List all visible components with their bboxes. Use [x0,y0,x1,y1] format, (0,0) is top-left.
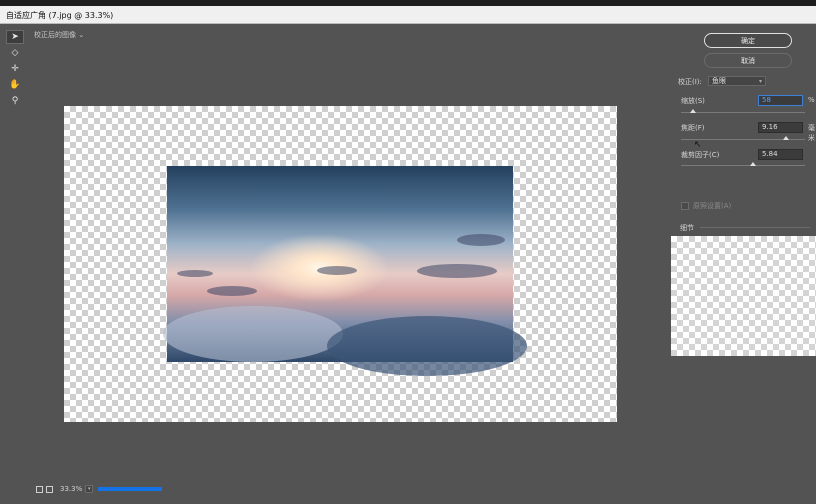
focal-length-label: 焦距(F) [681,124,705,132]
zoom-tool[interactable]: ⚲ [6,94,24,108]
tool-column: ➤ ◇ ✛ ✋ ⚲ [6,30,28,110]
arrow-pointer-icon: ➤ [11,32,19,42]
constraint-tool[interactable]: ➤ [6,30,24,44]
scale-unit: % [808,96,815,104]
focal-length-unit: 毫米 [808,124,815,142]
mouse-cursor-icon: ↖ [694,140,702,150]
zoom-level: 33.3% [60,485,83,493]
cloud-shape [177,270,213,277]
adaptive-wide-angle-dialog: ➤ ◇ ✛ ✋ ⚲ 校正后的图像 ⌄ 确定 取消 校正(I): 鱼眼 ▾ 缩放(… [0,24,816,504]
focal-length-input[interactable]: 9.16 [758,122,803,133]
zoom-dropdown[interactable]: ▾ [85,485,94,493]
move-icon: ✛ [11,64,19,74]
chevron-down-icon: ▾ [758,78,762,85]
fit-view-icon[interactable] [36,485,43,493]
correction-label: 校正(I): [678,78,702,86]
preview-photo [163,166,527,376]
chevron-down-icon: ⌄ [78,31,85,39]
chevron-down-icon: ▾ [87,486,91,492]
scale-slider[interactable] [681,109,805,113]
cloud-shape [457,234,505,246]
cloud-shape [417,264,497,278]
scale-input[interactable]: 58 [758,95,803,106]
detail-divider [700,227,810,228]
detail-preview [671,236,816,356]
canvas-label[interactable]: 校正后的图像 ⌄ [34,30,84,40]
as-shot-checkbox[interactable] [681,202,689,210]
ok-button[interactable]: 确定 [704,33,792,48]
cloud-shape [317,266,357,275]
polygon-icon: ◇ [11,48,19,58]
scale-label: 缩放(S) [681,97,705,105]
cancel-button[interactable]: 取消 [704,53,792,68]
correction-select[interactable]: 鱼眼 ▾ [708,76,766,86]
progress-bar [98,487,163,491]
hand-icon: ✋ [9,80,21,90]
focal-length-slider-thumb[interactable] [783,136,790,140]
scale-slider-thumb[interactable] [690,109,697,113]
progress-fill [98,487,163,491]
cloud-sea [163,306,343,362]
correction-value: 鱼眼 [712,77,726,85]
as-shot-label: 原照设置(A) [693,202,732,210]
cloud-sea [327,316,527,376]
polygon-constraint-tool[interactable]: ◇ [6,46,24,60]
crop-factor-slider-thumb[interactable] [749,162,756,166]
actual-size-icon[interactable] [46,485,53,493]
status-bar: 33.3% ▾ [36,484,163,494]
dialog-title: 自适应广角 (7.jpg @ 33.3%) [6,11,114,20]
crop-factor-input[interactable]: 5.84 [758,149,803,160]
cloud-shape [207,286,257,296]
move-tool[interactable]: ✛ [6,62,24,76]
dialog-titlebar: 自适应广角 (7.jpg @ 33.3%) [0,6,816,24]
preview-canvas[interactable] [64,106,617,422]
magnifier-icon: ⚲ [11,96,19,106]
canvas-label-text: 校正后的图像 [34,31,76,39]
hand-tool[interactable]: ✋ [6,78,24,92]
detail-title: 细节 [680,224,694,232]
crop-factor-slider[interactable] [681,162,805,166]
crop-factor-label: 裁剪因子(C) [681,151,720,159]
